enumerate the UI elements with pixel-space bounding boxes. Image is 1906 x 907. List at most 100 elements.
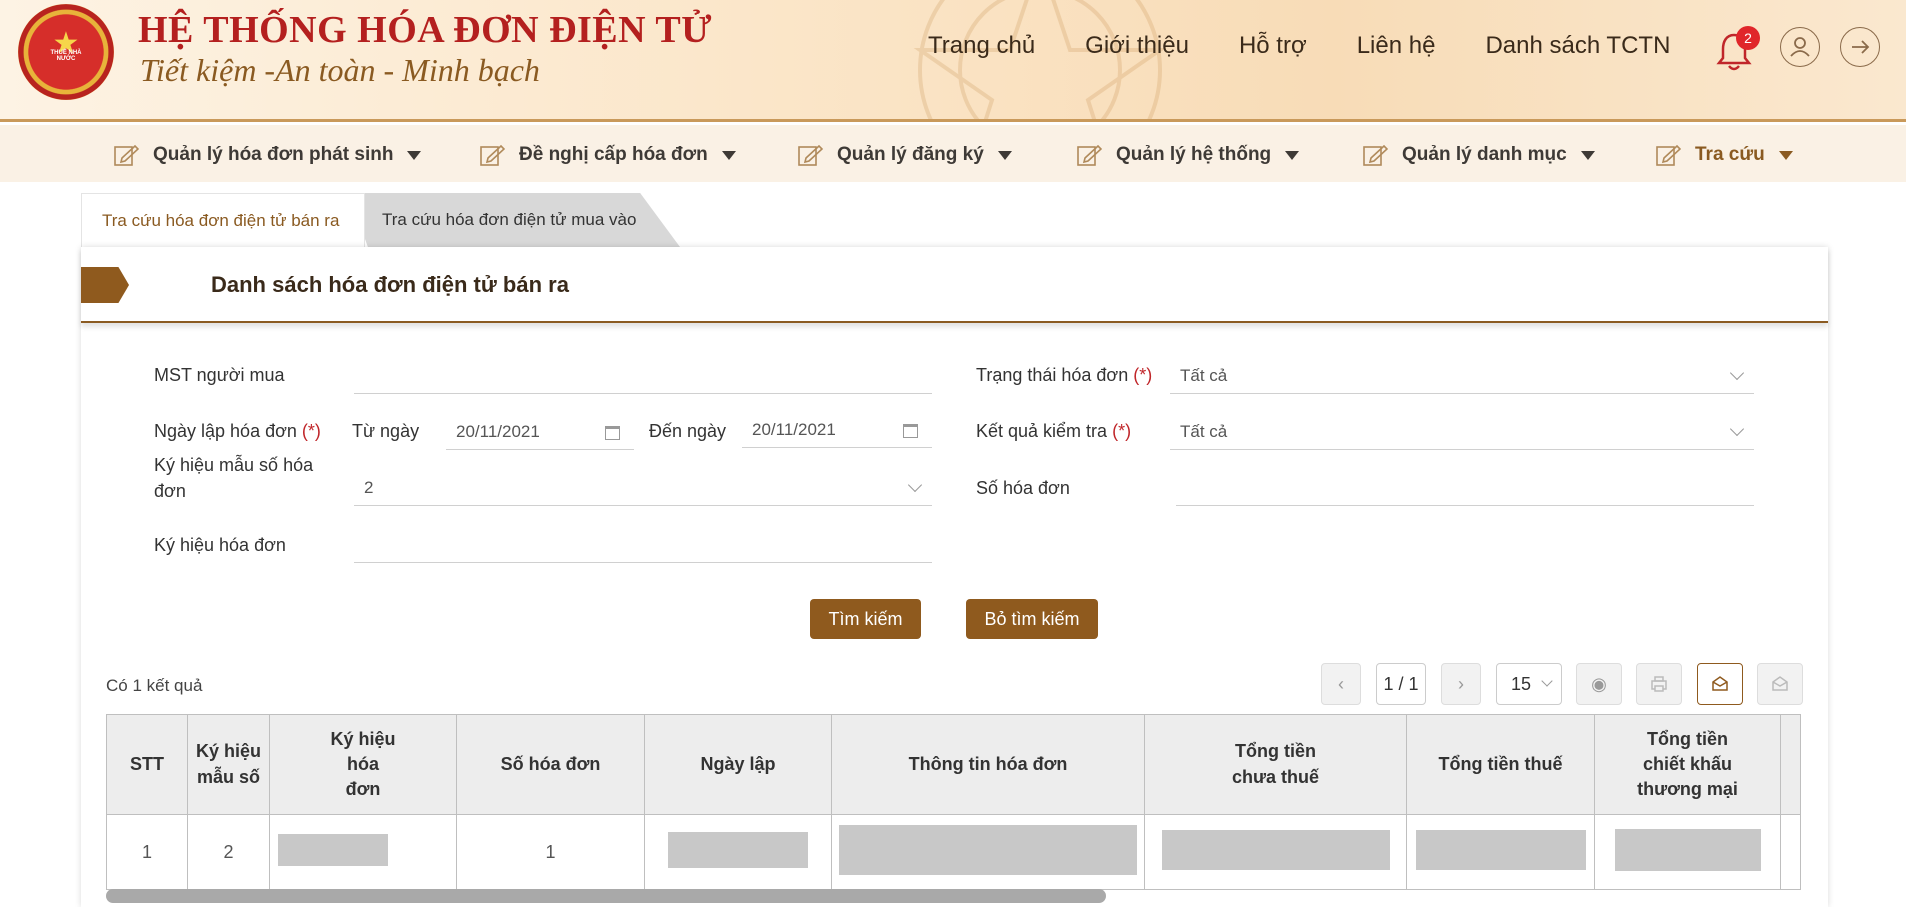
status-label-text: Trạng thái hóa đơn [976, 365, 1129, 385]
caret-down-icon [1778, 150, 1793, 160]
col-symbol[interactable]: Ký hiệu hóa đơn [269, 714, 457, 815]
table-header-row: STT Ký hiệu mẫu số Ký hiệu hóa đơn Số hó… [106, 714, 1801, 815]
menu-lookup[interactable]: Tra cứu [1655, 143, 1793, 167]
date-label: Ngày lập hóa đơn (*) [154, 421, 321, 442]
template-select[interactable]: 2 [354, 474, 932, 506]
col-date[interactable]: Ngày lập [644, 714, 832, 815]
menu-system[interactable]: Quản lý hệ thống [1076, 143, 1300, 167]
invoice-table: STT Ký hiệu mẫu số Ký hiệu hóa đơn Số hó… [106, 714, 1801, 890]
menu-label: Đề nghị cấp hóa đơn [519, 144, 708, 165]
redacted-block [278, 833, 388, 866]
col-invoice-info[interactable]: Thông tin hóa đơn [831, 714, 1145, 815]
user-button[interactable] [1780, 27, 1820, 67]
header-pattern [913, 0, 1167, 119]
nav-support[interactable]: Hỗ trợ [1239, 32, 1307, 60]
edit-doc-icon [480, 144, 505, 166]
cell-extra [1780, 814, 1801, 890]
to-date-input[interactable]: 20/11/2021 [742, 416, 932, 448]
redacted-block [1161, 829, 1390, 870]
logo-emblem[interactable]: ★ THUẾ NHÀ NƯỚC [18, 4, 114, 100]
invoice-no-input[interactable] [1176, 474, 1754, 506]
nav-contact[interactable]: Liên hệ [1357, 32, 1436, 60]
status-select[interactable]: Tất cả [1170, 362, 1754, 394]
search-button[interactable]: Tìm kiếm [810, 599, 921, 639]
menu-invoice-management[interactable]: Quản lý hóa đơn phát sinh [113, 143, 422, 167]
redacted-block [839, 824, 1137, 875]
edit-doc-icon [114, 144, 139, 166]
col-total-pre-tax[interactable]: Tổng tiền chưa thuế [1144, 714, 1407, 815]
symbol-label: Ký hiệu hóa đơn [154, 535, 286, 555]
col-total-tax[interactable]: Tổng tiền thuế [1406, 714, 1595, 815]
menu-registration[interactable]: Quản lý đăng ký [797, 143, 1012, 167]
menu-catalog[interactable]: Quản lý danh mục [1362, 143, 1595, 167]
col-template[interactable]: Ký hiệu mẫu số [187, 714, 270, 815]
from-date-value: 20/11/2021 [456, 422, 540, 441]
site-header: ★ THUẾ NHÀ NƯỚC HỆ THỐNG HÓA ĐƠN ĐIỆN TỬ… [0, 0, 1906, 122]
horizontal-scrollbar[interactable] [106, 889, 1106, 903]
panel-header: Danh sách hóa đơn điện tử bán ra [81, 247, 1828, 323]
nav-home[interactable]: Trang chủ [928, 32, 1035, 60]
main-menu: Quản lý hóa đơn phát sinh Đề nghị cấp hó… [0, 125, 1906, 182]
redacted-block [668, 831, 808, 868]
cell-total-tax [1406, 814, 1595, 890]
nav-tctn-list[interactable]: Danh sách TCTN [1485, 32, 1670, 60]
page-size-select[interactable]: 15 [1496, 663, 1562, 705]
cell-template: 2 [187, 814, 270, 890]
panel-arrow-icon [81, 267, 129, 303]
buyer-tax-label: MST người mua [154, 365, 285, 385]
export-mail-icon [1772, 676, 1788, 691]
prev-page-button[interactable]: ‹ [1321, 663, 1361, 705]
site-slogan: Tiết kiệm -An toàn - Minh bạch [140, 52, 540, 88]
menu-label: Tra cứu [1695, 144, 1765, 165]
page-size-value: 15 [1511, 674, 1532, 694]
buyer-tax-input[interactable] [354, 362, 932, 394]
chevron-right-icon: › [1458, 674, 1464, 694]
next-page-button[interactable]: › [1441, 663, 1481, 705]
edit-doc-icon [1363, 144, 1388, 166]
clear-search-button[interactable]: Bỏ tìm kiếm [966, 599, 1098, 639]
printer-icon [1651, 676, 1667, 692]
from-date-input[interactable]: 20/11/2021 [446, 418, 634, 450]
cell-discount [1594, 814, 1781, 890]
result-count: Có 1 kết quả [106, 676, 203, 695]
logout-button[interactable] [1840, 27, 1880, 67]
edit-doc-icon [1656, 144, 1681, 166]
check-result-label: Kết quả kiểm tra (*) [976, 421, 1131, 442]
caret-down-icon [721, 150, 736, 160]
logo-text: THUẾ NHÀ NƯỚC [50, 50, 82, 62]
col-stt[interactable]: STT [106, 714, 188, 815]
invoice-no-label: Số hóa đơn [976, 478, 1070, 498]
print-button[interactable] [1636, 663, 1682, 705]
tab-label: Tra cứu hóa đơn điện tử mua vào [382, 210, 637, 229]
table-row[interactable]: 1 2 1 [106, 814, 1801, 890]
check-result-label-text: Kết quả kiểm tra [976, 421, 1108, 441]
date-label-text: Ngày lập hóa đơn [154, 421, 297, 441]
check-result-select[interactable]: Tất cả [1170, 418, 1754, 450]
required-mark: (*) [1112, 421, 1132, 441]
cell-symbol [269, 814, 457, 890]
chevron-down-icon [1729, 365, 1745, 381]
menu-label: Quản lý danh mục [1402, 144, 1567, 165]
check-result-value: Tất cả [1180, 422, 1228, 441]
cell-stt: 1 [106, 814, 188, 890]
user-icon [1790, 37, 1810, 57]
nav-about[interactable]: Giới thiệu [1085, 32, 1189, 60]
symbol-input[interactable] [354, 531, 932, 563]
menu-invoice-request[interactable]: Đề nghị cấp hóa đơn [479, 143, 736, 167]
to-date-value: 20/11/2021 [752, 420, 836, 439]
col-invoice-no[interactable]: Số hóa đơn [456, 714, 645, 815]
view-button[interactable]: ◉ [1576, 663, 1622, 705]
export-alt-button[interactable] [1757, 663, 1803, 705]
status-value: Tất cả [1180, 366, 1228, 385]
caret-down-icon [407, 150, 422, 160]
col-extra [1780, 714, 1801, 815]
tab-purchase-invoices[interactable]: Tra cứu hóa đơn điện tử mua vào [348, 193, 680, 247]
required-mark: (*) [1133, 365, 1153, 385]
col-discount[interactable]: Tổng tiền chiết khấu thương mại [1594, 714, 1781, 815]
tab-sales-invoices[interactable]: Tra cứu hóa đơn điện tử bán ra [81, 193, 365, 247]
edit-doc-icon [1077, 144, 1102, 166]
export-button[interactable] [1697, 663, 1743, 705]
page-indicator: 1 / 1 [1376, 663, 1426, 705]
required-mark: (*) [301, 421, 321, 441]
tab-label: Tra cứu hóa đơn điện tử bán ra [102, 211, 340, 230]
